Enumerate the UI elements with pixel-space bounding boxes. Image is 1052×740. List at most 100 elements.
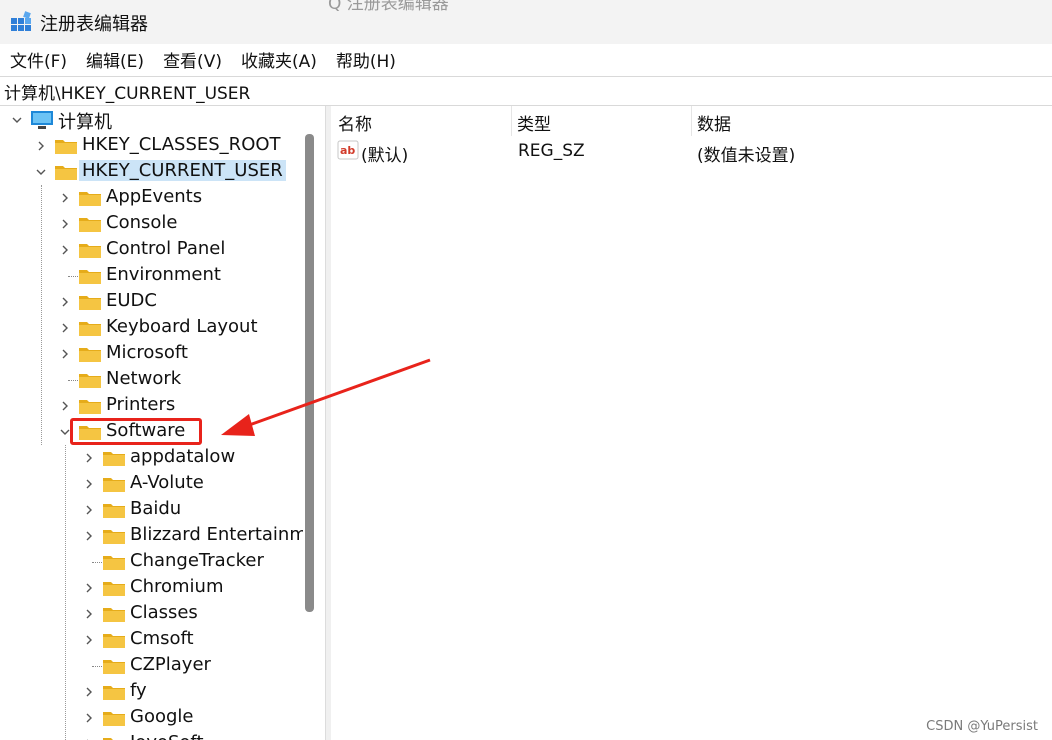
tree-item-cmsoft[interactable]: Cmsoft (0, 627, 300, 653)
tree-item-console[interactable]: Console (0, 211, 300, 237)
tree-item-blizzard-entertainm[interactable]: Blizzard Entertainm (0, 523, 307, 549)
tree-item-label: JoyoSoft (130, 732, 204, 740)
folder-icon (102, 630, 126, 650)
chevron-right-icon[interactable] (82, 633, 96, 647)
folder-icon (102, 734, 126, 740)
tree-item-label: Microsoft (106, 342, 188, 363)
menu-file[interactable]: 文件(F) (6, 47, 71, 72)
folder-icon (78, 188, 102, 208)
tree-item-label: Google (130, 706, 194, 727)
tree-item-hkey-classes-root[interactable]: HKEY_CLASSES_ROOT (0, 133, 300, 159)
column-separator[interactable] (691, 106, 692, 136)
tree-item-label: 计算机 (58, 112, 112, 133)
tree-item-label: ChangeTracker (130, 550, 264, 571)
folder-icon (78, 396, 102, 416)
tree-item-label: Classes (130, 602, 198, 623)
value-data: (数值未设置) (697, 146, 796, 166)
address-bar[interactable]: 计算机\HKEY_CURRENT_USER (0, 76, 1052, 106)
tree-item-appdatalow[interactable]: appdatalow (0, 445, 300, 471)
tree-item-baidu[interactable]: Baidu (0, 497, 300, 523)
tree-item-label: EUDC (106, 290, 157, 311)
tree-item-label: fy (130, 680, 147, 701)
tree-item-changetracker[interactable]: ChangeTracker (0, 549, 300, 575)
chevron-right-icon[interactable] (58, 217, 72, 231)
menu-favorites[interactable]: 收藏夹(A) (237, 47, 321, 72)
folder-icon (78, 318, 102, 338)
folder-icon (102, 604, 126, 624)
tree-item-label: Environment (106, 264, 221, 285)
chevron-right-icon[interactable] (58, 347, 72, 361)
chevron-right-icon[interactable] (82, 581, 96, 595)
chevron-down-icon[interactable] (10, 113, 24, 127)
folder-icon (54, 162, 78, 182)
folder-icon (54, 136, 78, 156)
column-separator[interactable] (511, 106, 512, 136)
tree-item-keyboard-layout[interactable]: Keyboard Layout (0, 315, 300, 341)
tree-item-joyosoft[interactable]: JoyoSoft (0, 731, 300, 740)
chevron-right-icon[interactable] (82, 685, 96, 699)
folder-icon (78, 266, 102, 286)
tree-item-chromium[interactable]: Chromium (0, 575, 300, 601)
tree-item-czplayer[interactable]: CZPlayer (0, 653, 300, 679)
tree-item-environment[interactable]: Environment (0, 263, 300, 289)
chevron-right-icon[interactable] (82, 451, 96, 465)
tree-item-label: appdatalow (130, 446, 236, 467)
chevron-right-icon[interactable] (34, 139, 48, 153)
value-type: REG_SZ (518, 141, 585, 161)
address-path[interactable]: 计算机\HKEY_CURRENT_USER (4, 79, 250, 104)
tree-item-classes[interactable]: Classes (0, 601, 300, 627)
column-header-type[interactable]: 类型 (517, 110, 551, 135)
column-header-name[interactable]: 名称 (338, 110, 372, 135)
tree-item-label: Console (106, 212, 178, 233)
tree-item-label: Baidu (130, 498, 182, 519)
menu-view[interactable]: 查看(V) (159, 47, 226, 72)
tree-connector-line (92, 562, 102, 563)
menu-edit[interactable]: 编辑(E) (82, 47, 148, 72)
tree-connector-line (68, 380, 78, 381)
registry-editor-icon (11, 11, 31, 31)
chevron-right-icon[interactable] (58, 399, 72, 413)
chevron-right-icon[interactable] (58, 321, 72, 335)
search-ghost-text: Q 注册表编辑器 (328, 0, 449, 14)
column-header-data[interactable]: 数据 (697, 110, 731, 135)
chevron-right-icon[interactable] (58, 243, 72, 257)
folder-icon (78, 240, 102, 260)
tree-item-label: AppEvents (106, 186, 203, 207)
tree-item-appevents[interactable]: AppEvents (0, 185, 300, 211)
chevron-right-icon[interactable] (82, 477, 96, 491)
chevron-right-icon[interactable] (82, 711, 96, 725)
tree-item-control-panel[interactable]: Control Panel (0, 237, 300, 263)
tree-item-computer[interactable]: 计算机 (0, 107, 300, 133)
menu-bar: 文件(F) 编辑(E) 查看(V) 收藏夹(A) 帮助(H) (0, 44, 1052, 74)
title-bar: 注册表编辑器 Q 注册表编辑器 (0, 0, 1052, 44)
string-value-icon: ab (337, 140, 359, 160)
value-name[interactable]: (默认) (361, 141, 408, 166)
folder-icon (102, 500, 126, 520)
tree-item-label: Control Panel (106, 238, 226, 259)
chevron-right-icon[interactable] (82, 503, 96, 517)
chevron-right-icon[interactable] (58, 295, 72, 309)
folder-icon (78, 370, 102, 390)
annotation-highlight-box (70, 418, 202, 445)
menu-help[interactable]: 帮助(H) (332, 47, 400, 72)
folder-icon (102, 526, 126, 546)
tree-item-hkey-current-user[interactable]: HKEY_CURRENT_USER (0, 159, 300, 185)
chevron-right-icon[interactable] (82, 529, 96, 543)
tree-item-fy[interactable]: fy (0, 679, 300, 705)
chevron-right-icon[interactable] (82, 607, 96, 621)
tree-item-label: Cmsoft (130, 628, 194, 649)
tree-item-label: A-Volute (130, 472, 204, 493)
folder-icon (102, 682, 126, 702)
tree-connector-line (68, 276, 78, 277)
annotation-arrow (221, 358, 431, 436)
tree-item-label: Network (106, 368, 182, 389)
chevron-right-icon[interactable] (58, 191, 72, 205)
computer-icon (30, 110, 54, 130)
folder-icon (78, 292, 102, 312)
folder-icon (102, 578, 126, 598)
tree-item-google[interactable]: Google (0, 705, 300, 731)
tree-item-label: Keyboard Layout (106, 316, 258, 337)
tree-item-a-volute[interactable]: A-Volute (0, 471, 300, 497)
chevron-down-icon[interactable] (34, 165, 48, 179)
tree-item-eudc[interactable]: EUDC (0, 289, 300, 315)
